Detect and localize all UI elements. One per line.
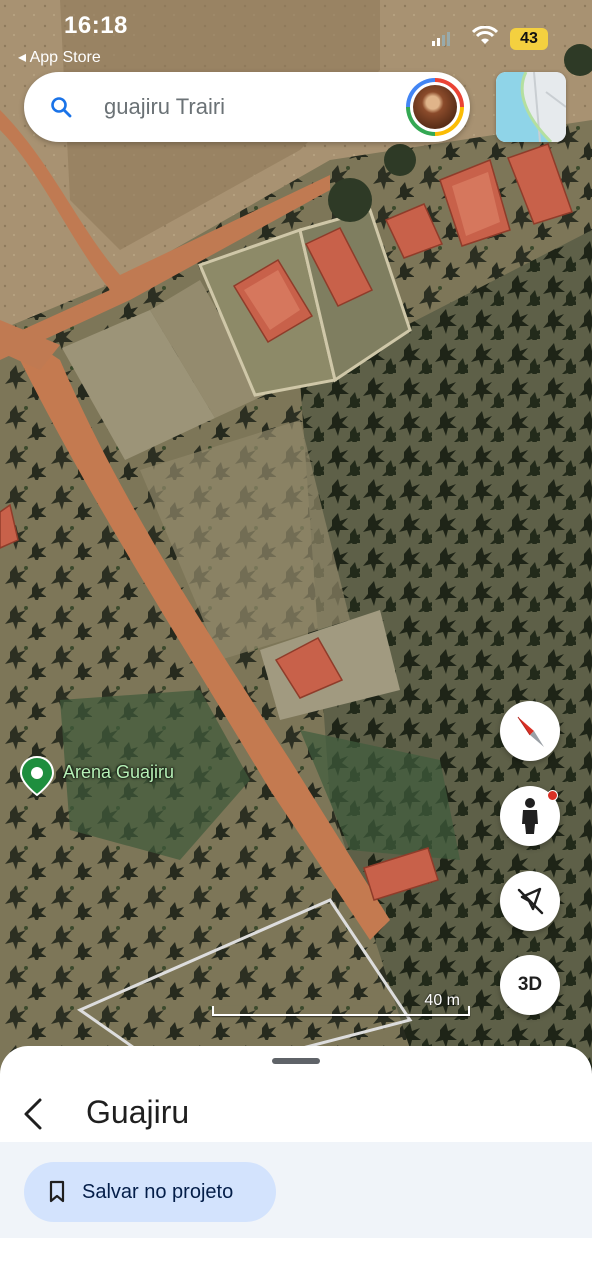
search-input[interactable]: [104, 94, 394, 120]
status-bar: 16:18 ◂ App Store 43: [0, 0, 592, 70]
place-marker-label[interactable]: Arena Guajiru: [63, 762, 174, 783]
account-avatar[interactable]: [406, 78, 464, 136]
place-title: Guajiru: [86, 1094, 190, 1130]
status-time: 16:18: [64, 12, 128, 39]
map-thumbnail-icon: [496, 72, 566, 142]
notification-dot: [547, 790, 558, 801]
search-icon[interactable]: [50, 96, 72, 118]
avatar-photo: [413, 85, 457, 129]
my-location-button[interactable]: [500, 871, 560, 931]
map-scale: 40 m: [212, 992, 470, 1018]
back-app-label: App Store: [29, 49, 101, 66]
sheet-drag-handle[interactable]: [272, 1058, 320, 1064]
compass-icon: [517, 716, 544, 747]
3d-view-button[interactable]: 3D: [500, 955, 560, 1015]
save-to-project-button[interactable]: Salvar no projeto: [24, 1162, 276, 1222]
search-bar[interactable]: [24, 72, 470, 142]
scale-bar: [212, 1006, 470, 1016]
wifi-icon: [472, 26, 498, 44]
cellular-signal-icon: [432, 32, 450, 46]
back-to-app-link[interactable]: ◂ App Store: [18, 47, 101, 67]
place-marker-icon[interactable]: [20, 756, 54, 796]
street-view-button[interactable]: [500, 786, 560, 846]
back-arrow-icon[interactable]: [18, 1096, 50, 1132]
save-button-label: Salvar no projeto: [82, 1181, 234, 1203]
compass-button[interactable]: [500, 701, 560, 761]
location-off-icon: [517, 887, 544, 915]
bottom-sheet[interactable]: Guajiru Salvar no projeto: [0, 1046, 592, 1280]
map-layers-button[interactable]: [496, 72, 566, 142]
battery-indicator: 43: [510, 28, 548, 50]
bookmark-icon: [49, 1180, 65, 1203]
